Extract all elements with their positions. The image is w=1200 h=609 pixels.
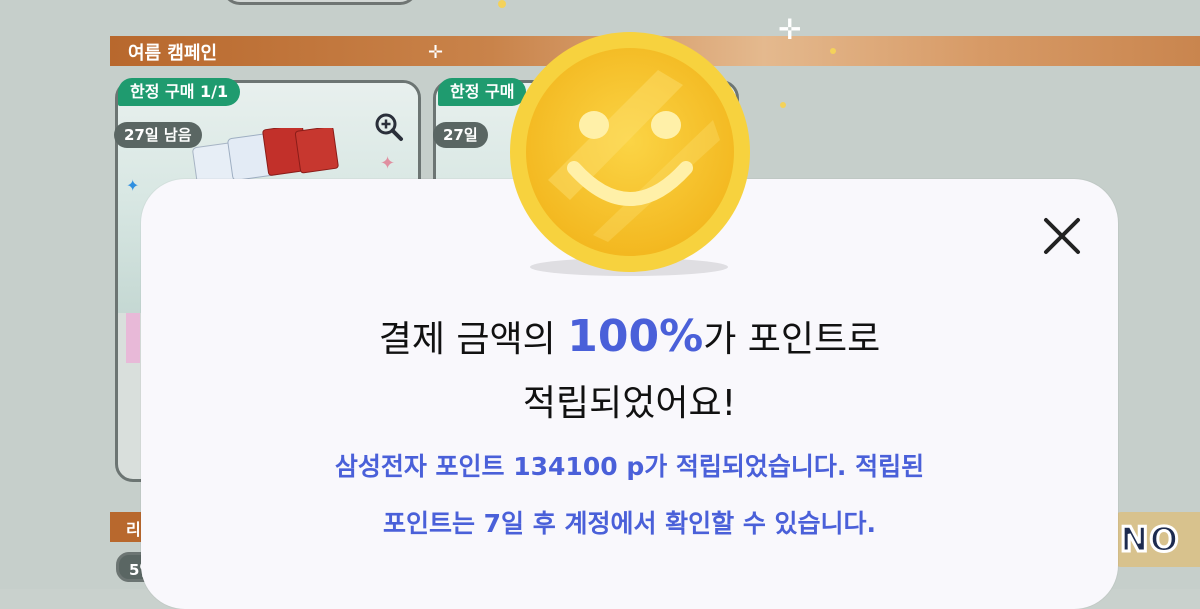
card-stripe	[126, 313, 140, 363]
zoom-in-icon[interactable]	[374, 112, 404, 142]
confetti-dot	[830, 48, 836, 54]
points-message-line2: 적립되었어요!	[522, 383, 737, 424]
now-label: NO	[1118, 519, 1180, 562]
points-message-line1: 결제 금액의 100%가 포인트로	[141, 310, 1118, 362]
points-detail-line1: 삼성전자 포인트 134100 p가 적립되었습니다. 적립된	[334, 452, 925, 481]
partial-card-top	[222, 0, 418, 5]
product-image	[192, 128, 339, 182]
days-left-pill: 27일	[433, 122, 488, 148]
sparkle-icon: ✦	[126, 176, 140, 195]
limited-purchase-badge: 한정 구매 1/1	[118, 78, 241, 106]
confetti-dot	[780, 102, 786, 108]
points-detail-line2: 포인트는 7일 후 계정에서 확인할 수 있습니다.	[382, 509, 877, 538]
message-text: 결제 금액의	[378, 319, 568, 360]
smiley-coin-icon	[510, 32, 750, 272]
close-icon[interactable]	[1038, 212, 1086, 260]
message-text: 가 포인트로	[703, 319, 881, 360]
section-title-bottom: 리	[126, 520, 141, 539]
sparkle-icon: ✛	[428, 42, 444, 63]
percent-highlight: 100%	[567, 311, 704, 362]
section-title: 여름 캠페인	[128, 43, 218, 64]
sparkle-icon: ✛	[778, 13, 802, 46]
sparkle-icon: ✦	[380, 153, 396, 174]
confetti-dot	[498, 0, 506, 8]
days-left-pill: 27일 남음	[114, 122, 202, 148]
